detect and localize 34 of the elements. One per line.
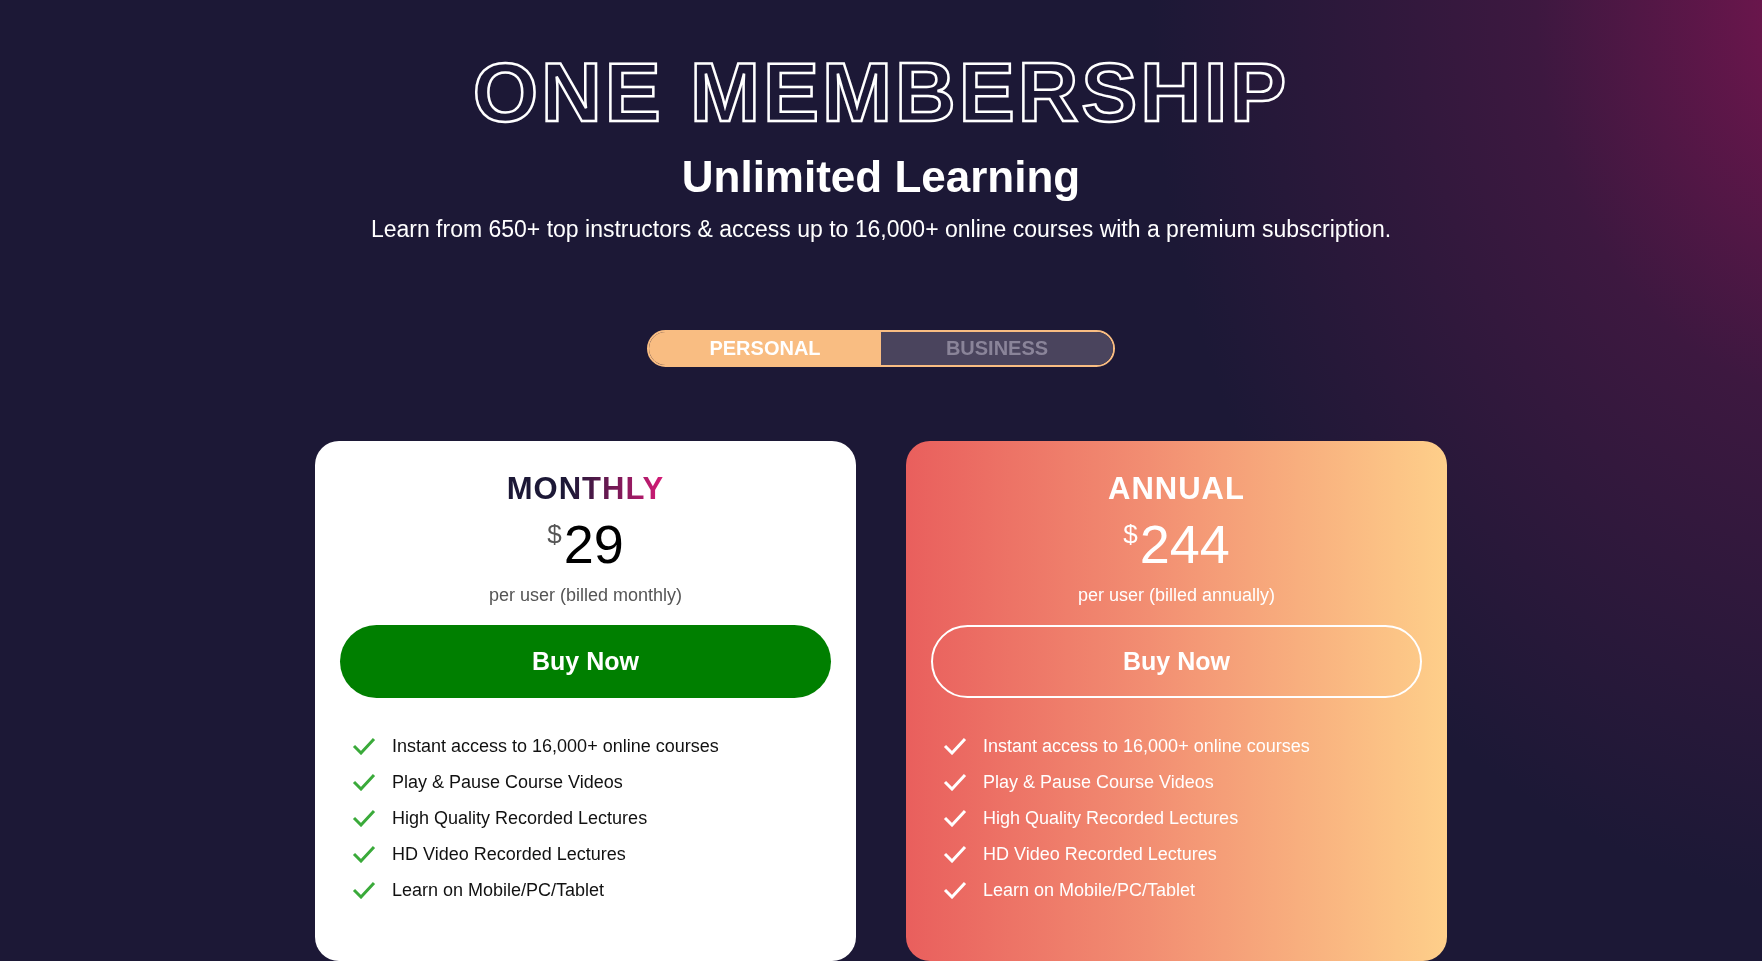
feature-text: Learn on Mobile/PC/Tablet: [983, 879, 1196, 902]
check-icon: [352, 773, 376, 791]
check-icon: [943, 881, 967, 899]
feature-text: Play & Pause Course Videos: [392, 771, 623, 794]
check-icon: [943, 773, 967, 791]
page-description: Learn from 650+ top instructors & access up to 16,000+ online courses with a premium subscription.: [370, 215, 1392, 244]
feature-text: High Quality Recorded Lectures: [392, 807, 648, 830]
check-icon: [943, 845, 967, 863]
page-subtitle: Unlimited Learning: [681, 152, 1081, 202]
feature-text: Learn on Mobile/PC/Tablet: [392, 879, 605, 902]
feature-text: Play & Pause Course Videos: [983, 771, 1214, 794]
check-icon: [352, 845, 376, 863]
page-title: ONE MEMBERSHIP: [472, 50, 1290, 134]
plan-toggle-tab[interactable]: PERSONAL: [649, 332, 881, 365]
check-icon: [352, 809, 376, 827]
feature-text: HD Video Recorded Lectures: [392, 843, 626, 866]
currency-symbol: $: [547, 519, 562, 549]
feature-text: Instant access to 16,000+ online courses: [392, 735, 719, 758]
check-icon: [943, 737, 967, 755]
plan-price: 244: [1139, 513, 1230, 575]
plan-name: ANNUAL: [1108, 470, 1245, 508]
plan-price: 29: [563, 513, 624, 575]
buy-now-button[interactable]: Buy Now: [340, 625, 831, 698]
currency-symbol: $: [1123, 519, 1138, 549]
billing-note: per user (billed annually): [1077, 584, 1276, 607]
buy-now-button[interactable]: Buy Now: [931, 625, 1422, 698]
billing-note: per user (billed monthly): [488, 584, 683, 607]
feature-text: High Quality Recorded Lectures: [983, 807, 1239, 830]
check-icon: [352, 737, 376, 755]
feature-text: Instant access to 16,000+ online courses: [983, 735, 1310, 758]
check-icon: [352, 881, 376, 899]
feature-text: HD Video Recorded Lectures: [983, 843, 1217, 866]
check-icon: [943, 809, 967, 827]
plan-toggle-tab[interactable]: BUSINESS: [881, 332, 1113, 365]
